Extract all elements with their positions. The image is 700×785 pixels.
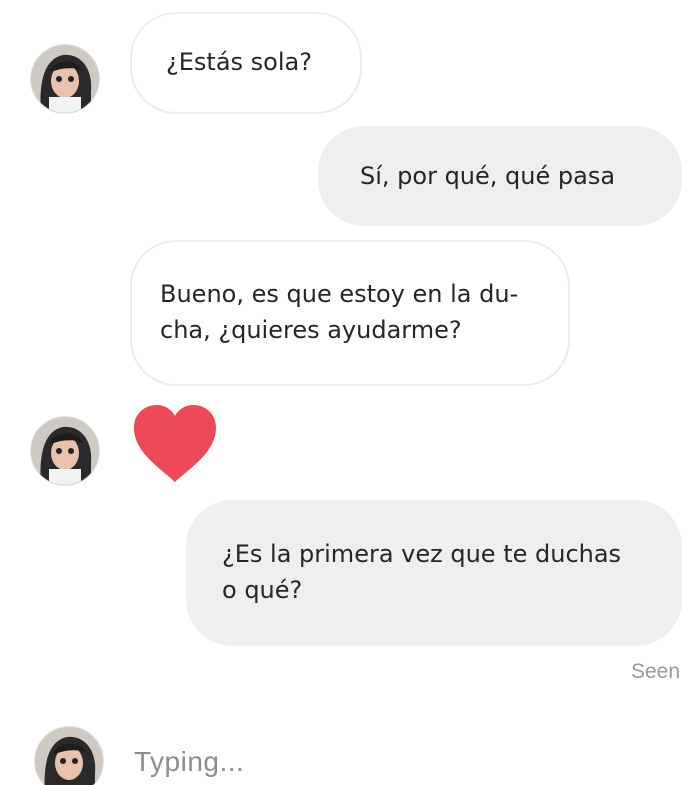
outgoing-message[interactable]: Sí, por qué, qué pasa xyxy=(318,126,682,226)
typing-indicator: Typing... xyxy=(134,746,245,777)
incoming-message[interactable]: ¿Estás sola? xyxy=(130,12,362,114)
seen-status: Seen xyxy=(630,660,680,683)
message-text-line: ¿Es la primera vez que te duchas xyxy=(222,540,622,568)
contact-avatar[interactable] xyxy=(34,726,104,785)
chat-thread: ¿Estás sola? Sí, por qué, qué pasa Bueno… xyxy=(0,0,700,785)
message-text: Sí, por qué, qué pasa xyxy=(360,162,616,190)
message-text-line: cha, ¿quieres ayudarme? xyxy=(160,316,462,344)
avatar-photo xyxy=(31,417,99,485)
contact-avatar[interactable] xyxy=(30,416,100,486)
incoming-message[interactable]: Bueno, es que estoy en la du- cha, ¿quie… xyxy=(130,240,570,386)
message-text-line: o qué? xyxy=(222,576,303,604)
outgoing-message[interactable]: ¿Es la primera vez que te duchas o qué? xyxy=(186,500,682,646)
heart-icon[interactable] xyxy=(130,402,220,484)
message-text: ¿Estás sola? xyxy=(166,48,312,76)
avatar-photo xyxy=(35,727,103,785)
message-text-line: Bueno, es que estoy en la du- xyxy=(160,280,519,308)
contact-avatar[interactable] xyxy=(30,44,100,114)
avatar-photo xyxy=(31,45,99,113)
